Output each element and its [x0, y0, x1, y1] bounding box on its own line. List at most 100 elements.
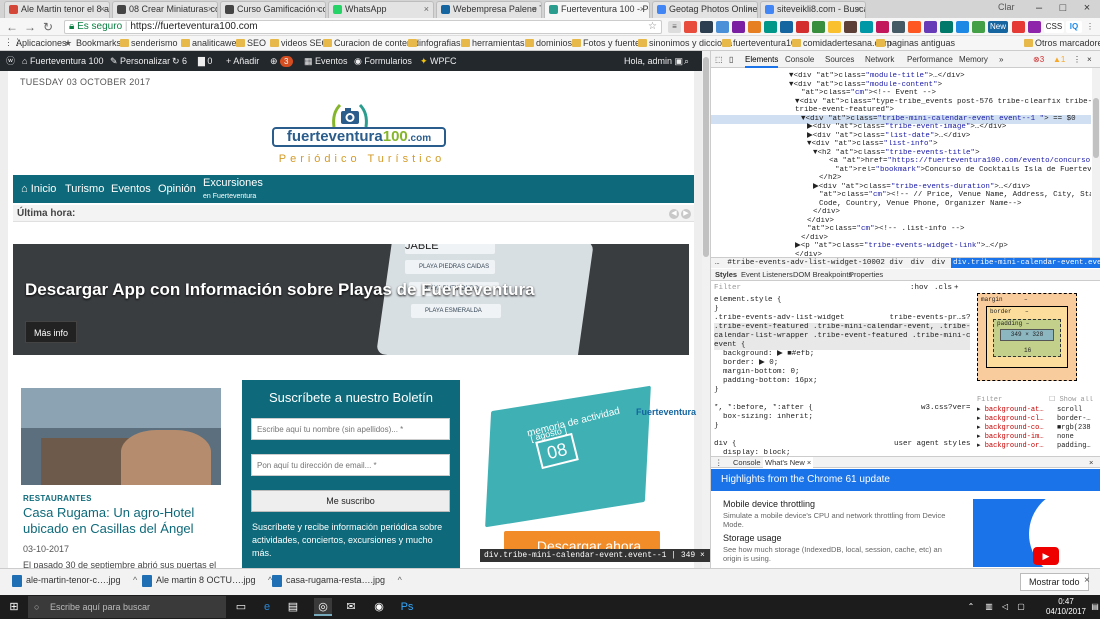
browser-tab[interactable]: Curso Gamificación con ×: [220, 1, 326, 18]
wp-events-link[interactable]: ▦ Eventos: [304, 51, 348, 71]
news-image[interactable]: [21, 388, 221, 485]
tab-console[interactable]: Console: [785, 51, 814, 68]
wp-updates-link[interactable]: ↻ 6: [172, 51, 187, 71]
subtab-dom-breakpoints[interactable]: DOM Breakpoints: [793, 269, 852, 281]
show-all-checkbox[interactable]: ☐ Show all: [1049, 396, 1093, 405]
wp-wpfc-link[interactable]: ✦ WPFC: [420, 51, 457, 71]
subtab-styles[interactable]: Styles: [715, 269, 737, 281]
wp-plugin-alert[interactable]: ⊕ 3: [270, 51, 293, 71]
subtab-event-listeners[interactable]: Event Listeners: [741, 269, 793, 281]
hero-more-button[interactable]: Más info: [25, 321, 78, 343]
drawer-menu-icon[interactable]: ⋮: [715, 457, 723, 469]
page-scrollbar[interactable]: [702, 51, 710, 568]
news-category[interactable]: RESTAURANTES: [23, 494, 92, 503]
css-line[interactable]: }: [714, 422, 970, 431]
email-input[interactable]: [251, 454, 450, 476]
pinterest-ext-icon[interactable]: [684, 21, 697, 33]
site-logo[interactable]: fuerteventura100.com Periódico Turístico: [270, 99, 448, 171]
tab-close-icon[interactable]: ×: [532, 2, 537, 17]
computed-property[interactable]: ▸ background-cl… border-…: [977, 415, 1100, 424]
breadcrumb-item[interactable]: #tribe-events-adv-list-widget-10002: [725, 258, 887, 268]
wp-customize-link[interactable]: ✎ Personalizar: [110, 51, 170, 71]
play-icon[interactable]: ▶: [1033, 547, 1059, 565]
url-text[interactable]: https://fuerteventura100.com: [130, 21, 257, 32]
extension-icon[interactable]: [1012, 21, 1025, 33]
chevron-up-icon[interactable]: ^: [398, 575, 402, 585]
tab-close-icon[interactable]: ×: [640, 2, 645, 17]
extension-icon[interactable]: [908, 21, 921, 33]
bookmark-folder[interactable]: paginas antiguas: [876, 38, 955, 49]
extension-icon[interactable]: [844, 21, 857, 33]
extension-icon[interactable]: [956, 21, 969, 33]
reload-button[interactable]: ↻: [40, 19, 56, 35]
bookmark-folder[interactable]: analiticaweb: [181, 38, 242, 49]
show-all-downloads-button[interactable]: Mostrar todo: [1020, 573, 1089, 591]
device-icon[interactable]: ▯: [729, 51, 733, 68]
chrome-menu-icon[interactable]: ⋮: [1084, 21, 1096, 33]
menu-item-eventos[interactable]: Eventos: [111, 175, 151, 203]
seo-ext-icon[interactable]: [700, 21, 713, 33]
taskbar-clock[interactable]: 0:47 04/10/2017: [1042, 597, 1090, 617]
bookmark-folder[interactable]: senderismo: [120, 38, 178, 49]
tray-chevron-icon[interactable]: ⌃: [962, 598, 980, 616]
bookmark-folder[interactable]: SEO: [236, 38, 266, 49]
extension-icon[interactable]: [876, 21, 889, 33]
wp-comments-link[interactable]: ▇ 0: [198, 51, 212, 71]
subtab-properties[interactable]: Properties: [849, 269, 883, 281]
tab-close-icon[interactable]: ×: [316, 2, 321, 17]
extension-icon[interactable]: [940, 21, 953, 33]
hero-title[interactable]: Descargar App con Información sobre Play…: [25, 280, 535, 300]
cls-toggle[interactable]: .cls: [934, 284, 952, 292]
drawer-tab-console[interactable]: Console: [733, 457, 761, 469]
tab-close-icon[interactable]: ×: [424, 2, 429, 17]
warning-count[interactable]: ▲1: [1053, 51, 1065, 68]
chevron-up-icon[interactable]: ^: [133, 575, 137, 585]
browser-tab[interactable]: Webempresa Palene The×: [436, 1, 542, 18]
extension-icon[interactable]: [892, 21, 905, 33]
css-line[interactable]: border: ▶ 0;: [714, 359, 970, 368]
css-ext-icon[interactable]: CSS: [1044, 21, 1064, 33]
breadcrumb-item[interactable]: div.tribe-mini-calendar-event.event--1: [951, 258, 1100, 268]
bookmark-folder[interactable]: infografias: [408, 38, 461, 49]
bookmark-folder[interactable]: herramientas: [461, 38, 525, 49]
ticker-next-icon[interactable]: ▶: [681, 209, 691, 219]
new-badge-ext-icon[interactable]: New: [988, 21, 1008, 33]
profile-name[interactable]: Clar: [998, 2, 1015, 12]
maximize-button[interactable]: □: [1052, 0, 1074, 16]
css-line[interactable]: event {: [714, 341, 970, 350]
inspect-icon[interactable]: ⬚: [715, 51, 723, 68]
extension-icon[interactable]: [732, 21, 745, 33]
dom-tree[interactable]: ▼<div "at">class="module-title">…</div> ▼…: [711, 68, 1091, 258]
breadcrumb-item[interactable]: div: [930, 258, 948, 268]
tab-memory[interactable]: Memory: [959, 51, 988, 68]
css-line[interactable]: [714, 395, 970, 404]
tab-close-icon[interactable]: ×: [100, 2, 105, 17]
styles-pane[interactable]: element.style {} .tribe-events-adv-list-w…: [711, 282, 973, 457]
back-button[interactable]: ←: [4, 19, 20, 35]
computed-filter[interactable]: Filter: [977, 396, 1002, 404]
css-line[interactable]: *, *:before, *:after { w3.css?ver=1.0.0:…: [714, 404, 970, 413]
browser-tab[interactable]: WhatsApp ×: [328, 1, 434, 18]
css-line[interactable]: }: [714, 305, 970, 314]
new-rule-button[interactable]: +: [954, 284, 959, 292]
photoshop-icon[interactable]: Ps: [398, 598, 416, 616]
css-line[interactable]: element.style {: [714, 296, 970, 305]
wordpress-logo-icon[interactable]: ⓦ: [6, 51, 15, 71]
search-icon[interactable]: ⌕: [684, 51, 689, 71]
hero-slider[interactable]: JABLE PLAYA PIEDRAS CAIDAS PLAYA BUTIHON…: [13, 244, 689, 355]
iq-ext-icon[interactable]: IQ: [1066, 21, 1082, 33]
extension-icon[interactable]: [812, 21, 825, 33]
feature-video-thumbnail[interactable]: ▶: [973, 499, 1091, 567]
devtools-menu-icon[interactable]: ⋮: [1073, 51, 1081, 68]
ime-icon[interactable]: ▢: [1012, 598, 1030, 616]
menu-ext-icon[interactable]: ≡: [668, 21, 681, 33]
tab-network[interactable]: Network: [865, 51, 894, 68]
more-tabs-icon[interactable]: »: [999, 51, 1003, 68]
tab-close-icon[interactable]: ×: [748, 2, 753, 17]
tab-performance[interactable]: Performance: [907, 51, 953, 68]
name-input[interactable]: [251, 418, 450, 440]
breadcrumb-item[interactable]: …: [713, 258, 722, 268]
hov-toggle[interactable]: :hov: [910, 284, 928, 292]
dom-scrollbar[interactable]: [1092, 68, 1100, 258]
mail-icon[interactable]: ✉: [342, 598, 360, 616]
